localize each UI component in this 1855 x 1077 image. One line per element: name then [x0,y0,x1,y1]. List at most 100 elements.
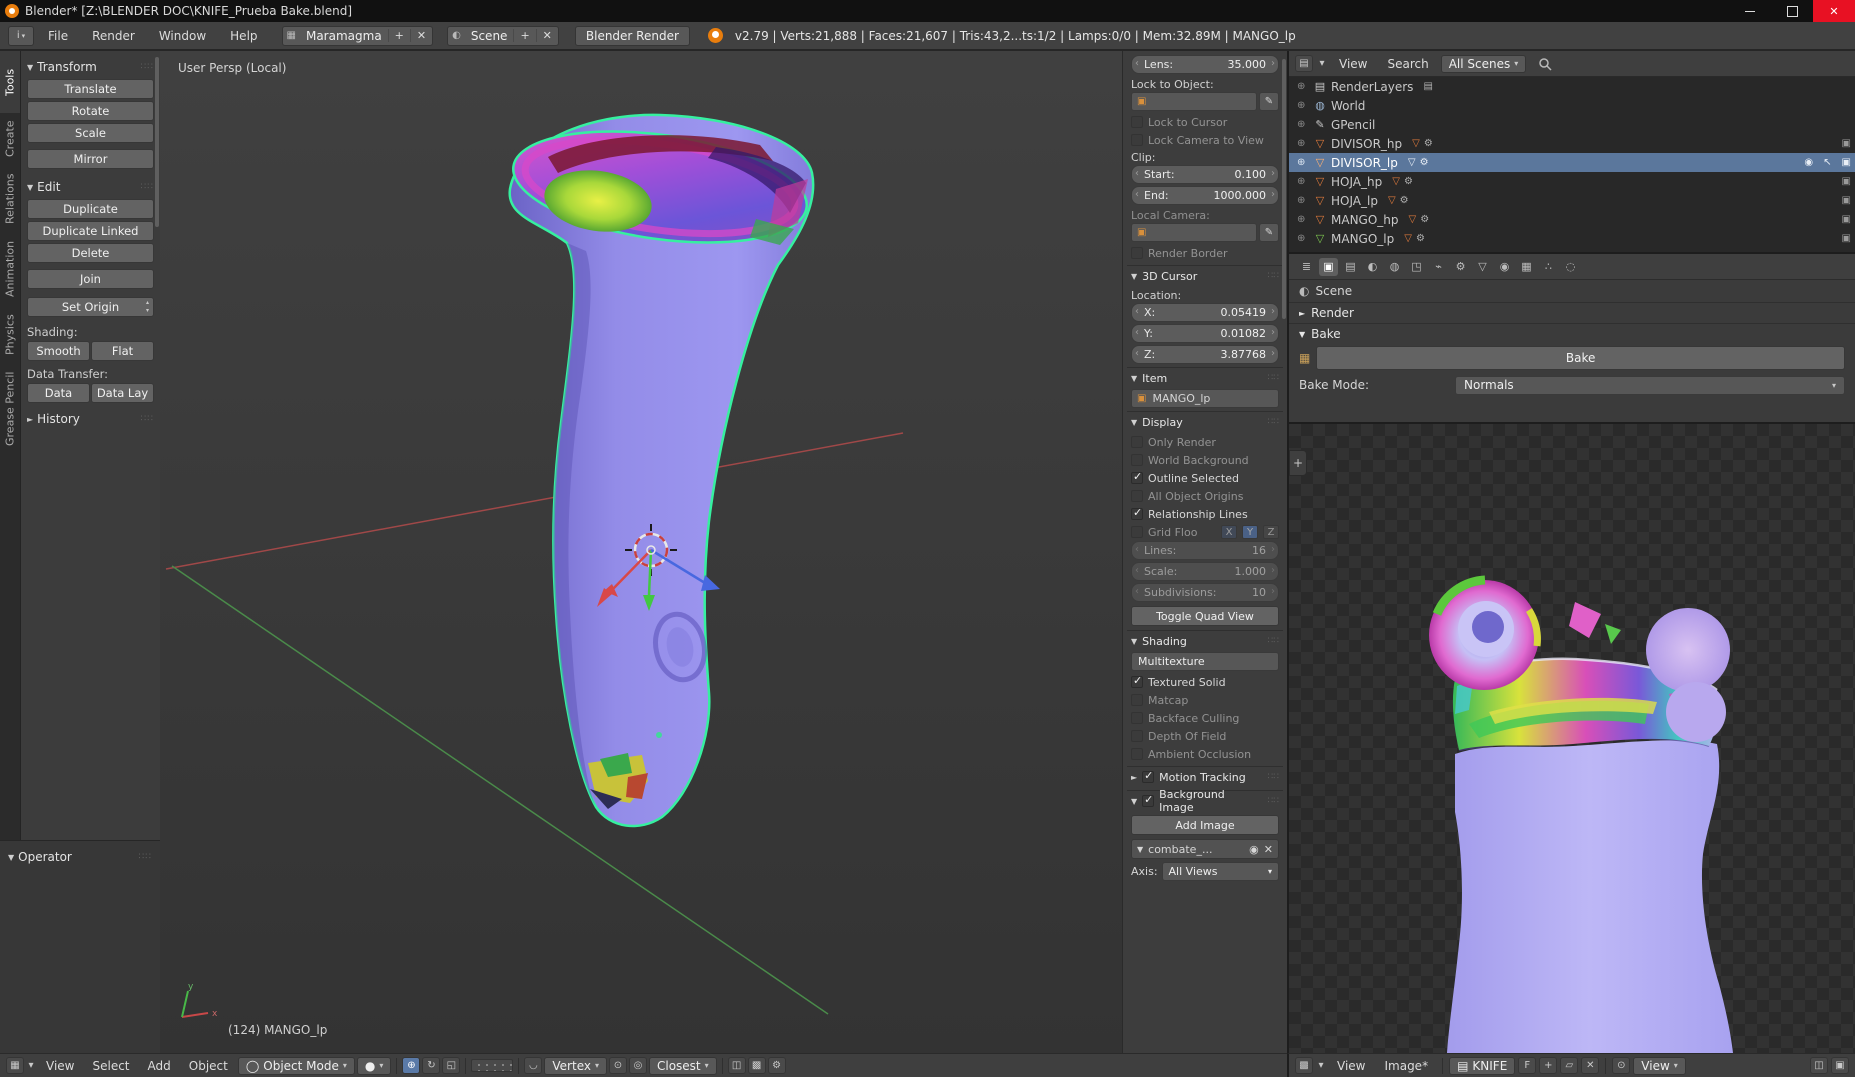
npanel-scrollbar[interactable] [1282,59,1286,319]
toolshelf-scrollbar[interactable] [155,57,159,227]
clip-start-field[interactable]: Start: 0.100 [1131,165,1279,184]
outliner-item-gpencil[interactable]: ⊕ ✎ GPencil [1289,115,1855,134]
rotate-button[interactable]: Rotate [27,101,154,121]
menu-window[interactable]: Window [149,29,216,43]
open-image-icon[interactable]: ▱ [1560,1057,1578,1074]
outliner-item-mango-lp[interactable]: ⊕ ▽ MANGO_lp ▽⚙ ▣ [1289,229,1855,248]
outline-selected-checkbox[interactable]: Outline Selected [1131,469,1279,487]
tab-grease-pencil[interactable]: Grease Pencil [0,365,21,453]
panel-edit[interactable]: ▼ Edit ∷∷ [27,177,154,197]
search-filter-icon[interactable] [1538,57,1552,71]
panel-history[interactable]: ► History ∷∷ [27,409,154,429]
ambient-occlusion-checkbox[interactable]: Ambient Occlusion [1131,745,1279,763]
tab-physics[interactable]: Physics [0,305,21,365]
shading-mode-dropdown[interactable]: Multitexture [1131,652,1279,671]
remove-image-icon[interactable]: ✕ [1264,843,1273,856]
matcap-checkbox[interactable]: Matcap [1131,691,1279,709]
uv-menu-view[interactable]: View [1329,1059,1373,1073]
outliner-item-mango-hp[interactable]: ⊕ ▽ MANGO_hp ▽⚙ ▣ [1289,210,1855,229]
tab-tools[interactable]: Tools [0,51,21,113]
proportional-edit-icon[interactable]: ◎ [629,1057,647,1074]
close-button[interactable]: ✕ [1813,0,1855,22]
snap-mode-dropdown[interactable]: Closest▾ [649,1057,717,1075]
outliner-item-divisor-lp[interactable]: ⊕ ▽ DIVISOR_lp ▽⚙ ◉↖▣ [1289,153,1855,172]
snap-element-dropdown[interactable]: Vertex▾ [544,1057,607,1075]
add-scene-button[interactable]: + [513,29,535,42]
restrict-render-icon[interactable]: ▣ [1842,176,1851,187]
tab-texture-icon[interactable]: ▦ [1517,258,1536,276]
tab-material-icon[interactable]: ◉ [1495,258,1514,276]
render-border-checkbox[interactable]: Render Border [1131,244,1279,262]
editor-type-properties-icon[interactable]: ≣ [1297,258,1316,276]
maximize-button[interactable] [1771,0,1813,22]
editor-type-3dview-icon[interactable]: ▦ [6,1057,24,1074]
panel-3d-cursor[interactable]: ▼ 3D Cursor ∷∷ [1127,265,1283,286]
render-anim-icon[interactable]: ▩ [748,1057,766,1074]
textured-solid-checkbox[interactable]: Textured Solid [1131,673,1279,691]
panel-transform[interactable]: ▼ Transform ∷∷ [27,57,154,77]
uv-image-editor-canvas[interactable]: + [1287,422,1855,1053]
editor-type-icon[interactable]: i▾ [8,26,34,46]
tab-modifiers-icon[interactable]: ⚙ [1451,258,1470,276]
eyedropper-icon[interactable]: ✎ [1259,92,1279,111]
manipulator-scale-icon[interactable]: ◱ [442,1057,460,1074]
panel-operator[interactable]: ▼ Operator ∷∷ [8,847,152,867]
tab-data-icon[interactable]: ▽ [1473,258,1492,276]
only-render-checkbox[interactable]: Only Render [1131,433,1279,451]
menu-object[interactable]: Object [181,1059,236,1073]
restrict-render-icon[interactable]: ▣ [1842,195,1851,206]
backface-culling-checkbox[interactable]: Backface Culling [1131,709,1279,727]
screen-layout-selector[interactable]: ▦ Maramagma + ✕ [282,26,434,46]
new-image-button[interactable]: + [1539,1057,1557,1074]
restrict-render-icon[interactable]: ▣ [1842,214,1851,225]
editor-type-image-icon[interactable]: ▩ [1295,1057,1313,1074]
tab-render-layers-icon[interactable]: ▤ [1341,258,1360,276]
cursor-y-field[interactable]: Y: 0.01082 [1131,324,1279,343]
world-background-checkbox[interactable]: World Background [1131,451,1279,469]
all-object-origins-checkbox[interactable]: All Object Origins [1131,487,1279,505]
panel-motion-tracking[interactable]: ► Motion Tracking ∷∷ [1127,766,1283,787]
lens-field[interactable]: Lens: 35.000 [1131,55,1279,74]
restrict-render-icon[interactable]: ▣ [1842,138,1851,149]
expand-icon[interactable]: ⊕ [1297,176,1309,187]
restrict-render-icon[interactable]: ▣ [1842,233,1851,244]
background-image-entry[interactable]: ▼ combate_... ◉ ✕ [1131,839,1279,859]
grid-axis-x-toggle[interactable]: X [1221,525,1237,539]
viewport-3d-canvas[interactable]: User Persp (Local) (124) MANGO_lp x y [160,51,1287,1053]
fake-user-button[interactable]: F [1518,1057,1536,1074]
expand-icon[interactable]: ⊕ [1297,138,1309,149]
duplicate-button[interactable]: Duplicate [27,199,154,219]
duplicate-linked-button[interactable]: Duplicate Linked [27,221,154,241]
lock-to-cursor-checkbox[interactable]: Lock to Cursor [1131,113,1279,131]
delete-scene-button[interactable]: ✕ [536,29,558,42]
render-engine-dropdown[interactable]: Blender Render [575,26,690,46]
bake-mode-dropdown[interactable]: Normals▾ [1455,376,1845,395]
scene-selector[interactable]: ◐ Scene + ✕ [447,26,559,46]
editor-type-outliner-icon[interactable]: ▤ [1295,55,1313,72]
tab-constraints-icon[interactable]: ⌁ [1429,258,1448,276]
tab-world-icon[interactable]: ◍ [1385,258,1404,276]
uv-snap-icon[interactable]: ◫ [1810,1057,1828,1074]
layers-grid[interactable] [471,1059,513,1072]
tab-object-icon[interactable]: ◳ [1407,258,1426,276]
tab-animation[interactable]: Animation [0,233,21,305]
scale-button[interactable]: Scale [27,123,154,143]
panel-bake[interactable]: ▼ Bake [1289,323,1855,344]
expand-icon[interactable]: ⊕ [1297,195,1309,206]
uv-npanel-toggle[interactable]: + [1289,450,1307,476]
delete-layout-button[interactable]: ✕ [410,29,432,42]
menu-file[interactable]: File [38,29,78,43]
outliner-item-world[interactable]: ⊕ ◍ World [1289,96,1855,115]
panel-item[interactable]: ▼ Item ∷∷ [1127,367,1283,388]
lock-camera-checkbox[interactable]: Lock Camera to View [1131,131,1279,149]
menu-view[interactable]: View [38,1059,82,1073]
grid-floor-checkbox[interactable]: Grid Floo X Y Z [1131,523,1279,541]
expand-icon[interactable]: ⊕ [1297,233,1309,244]
smooth-button[interactable]: Smooth [27,341,90,361]
outliner-view-menu[interactable]: View [1331,57,1375,71]
restrict-toggles[interactable]: ◉↖▣ [1804,157,1851,168]
outliner-search-menu[interactable]: Search [1379,57,1436,71]
add-image-button[interactable]: Add Image [1131,815,1279,835]
cursor-z-field[interactable]: Z: 3.87768 [1131,345,1279,364]
grid-subdivisions-field[interactable]: Subdivisions: 10 [1131,583,1279,602]
